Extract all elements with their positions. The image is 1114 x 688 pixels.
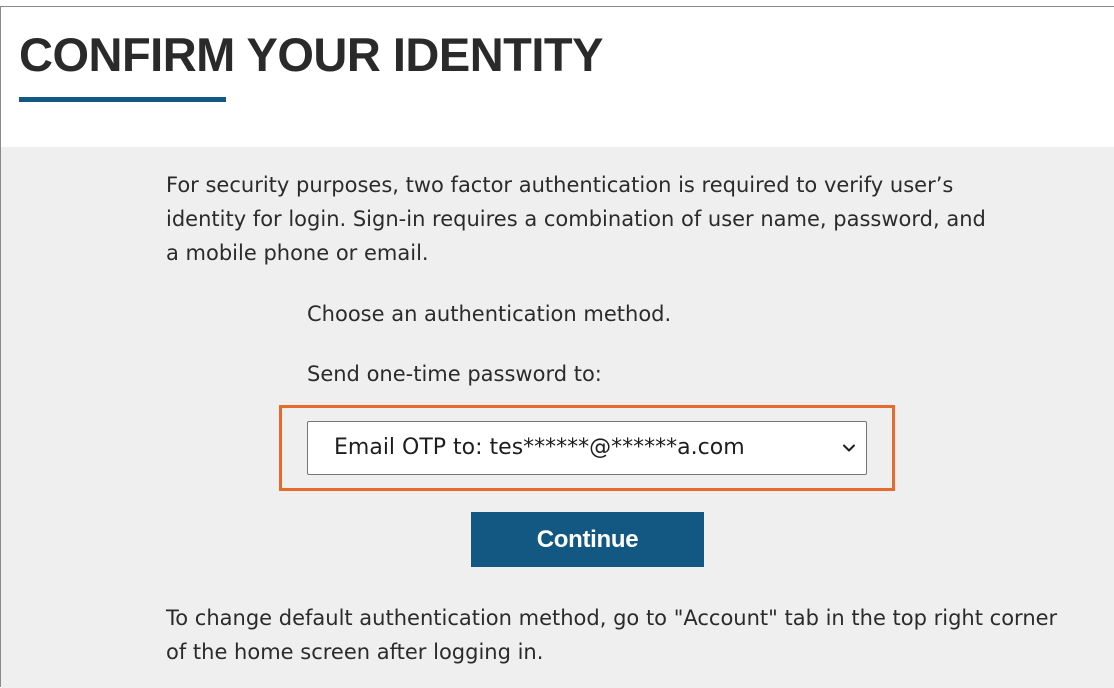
continue-button[interactable]: Continue [471,512,704,567]
page-header: CONFIRM YOUR IDENTITY [1,7,1114,147]
authentication-panel: For security purposes, two factor authen… [1,147,1114,688]
authentication-method-select[interactable]: Email OTP to: tes******@******a.com [307,421,867,475]
selected-method-value: Email OTP to: tes******@******a.com [334,435,745,460]
default-method-note: To change default authentication method,… [166,606,1058,664]
send-otp-label: Send one-time password to: [307,362,602,386]
page-frame: CONFIRM YOUR IDENTITY For security purpo… [0,6,1114,688]
page-title: CONFIRM YOUR IDENTITY [19,28,603,81]
chevron-down-icon [843,444,855,452]
intro-text: For security purposes, two factor authen… [166,173,986,265]
choose-method-label: Choose an authentication method. [307,302,672,326]
title-underline [19,97,226,102]
